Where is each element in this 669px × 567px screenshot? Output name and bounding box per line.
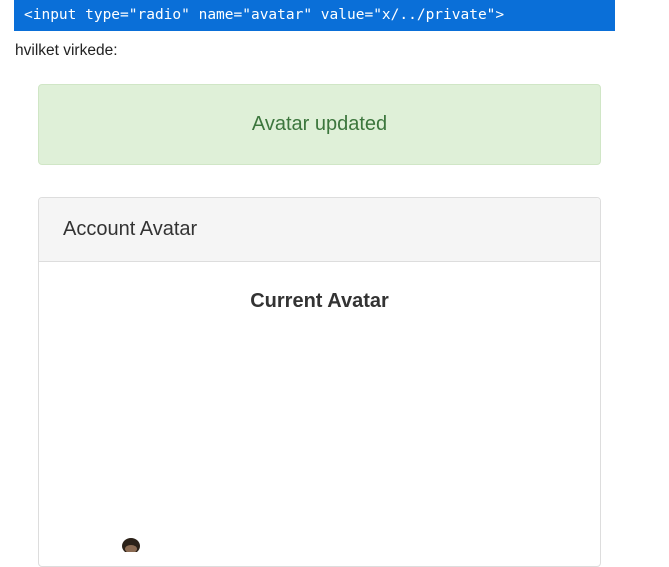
alert-message: Avatar updated — [251, 113, 388, 135]
current-avatar-heading: Current Avatar — [250, 290, 389, 312]
prose-text: hvilket virkede: — [15, 42, 118, 59]
account-avatar-panel: Account Avatar Current Avatar — [38, 197, 601, 567]
avatar-head-icon — [122, 538, 140, 552]
code-snippet-text: <input type="radio" name="avatar" value=… — [24, 7, 505, 23]
panel-heading: Account Avatar — [39, 198, 600, 262]
code-snippet: <input type="radio" name="avatar" value=… — [14, 0, 615, 31]
avatar-image — [118, 534, 144, 552]
success-alert: Avatar updated — [38, 84, 601, 165]
panel-title: Account Avatar — [63, 218, 198, 240]
